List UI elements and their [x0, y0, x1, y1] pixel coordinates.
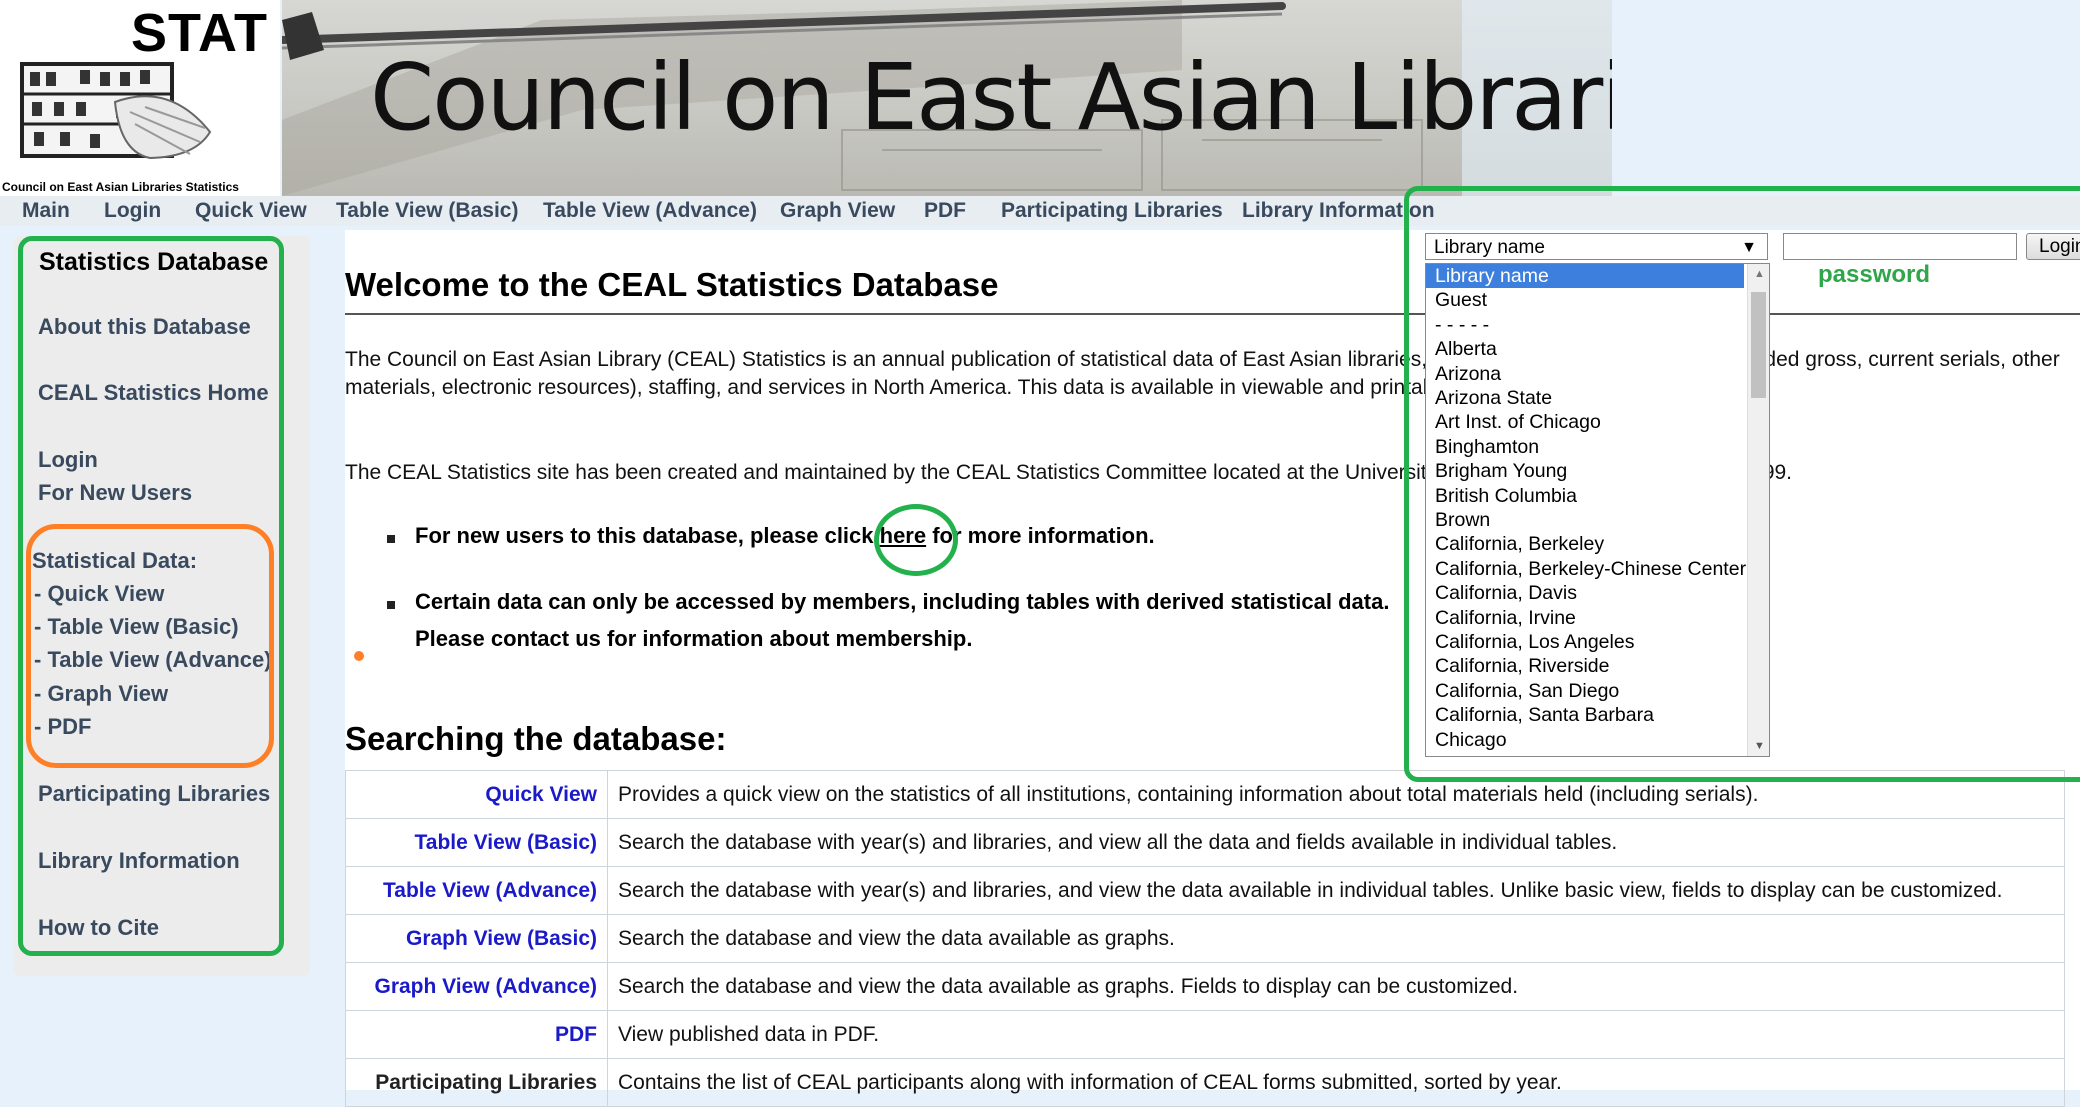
feature-description: View published data in PDF. — [607, 1010, 2065, 1059]
table-row: Table View (Advance) Search the database … — [345, 866, 2065, 915]
banner-artwork: Council on East Asian Libraries Statisti… — [282, 0, 1612, 196]
intro-paragraph: The Council on East Asian Library (CEAL)… — [345, 348, 2060, 399]
password-annotation-label: password — [1818, 261, 1931, 288]
scroll-up-icon[interactable]: ▲ — [1754, 268, 1765, 280]
dropdown-option[interactable]: California, Riverside — [1426, 654, 1744, 678]
dropdown-option[interactable]: Guest — [1426, 288, 1744, 312]
sidebar-item-login[interactable]: Login — [38, 447, 98, 473]
dropdown-option[interactable]: Arizona — [1426, 362, 1744, 386]
history-paragraph: The CEAL Statistics site has been create… — [345, 461, 1793, 484]
membership-bullet-line2: Please contact us for information about … — [415, 626, 973, 651]
feature-description: Provides a quick view on the statistics … — [607, 770, 2065, 819]
dropdown-option[interactable]: Brigham Young — [1426, 459, 1744, 483]
sidebar-sub-table-advance[interactable]: - Table View (Advance) — [34, 647, 272, 673]
logo-stat-text: STAT — [131, 3, 268, 63]
table-row: Participating Libraries Contains the list… — [345, 1058, 2065, 1107]
logo-caption: Council on East Asian Libraries Statisti… — [2, 180, 239, 194]
main-content: Welcome to the CEAL Statistics Database … — [345, 230, 2080, 1107]
new-users-bullet: For new users to this database, please c… — [415, 523, 1155, 548]
header-banner: STAT Council on East Asian Libraries Sta… — [0, 0, 1612, 196]
feature-description: Search the database with year(s) and lib… — [607, 866, 2065, 915]
dropdown-option[interactable]: - - - - - — [1426, 313, 1744, 337]
dropdown-option[interactable]: Binghamton — [1426, 435, 1744, 459]
feature-table: Quick View Provides a quick view on the s… — [345, 770, 2065, 1107]
here-link[interactable]: here — [880, 523, 926, 548]
feature-description: Contains the list of CEAL participants a… — [607, 1058, 2065, 1107]
library-dropdown-list[interactable]: Library name Guest - - - - - Alberta Ari… — [1425, 263, 1770, 757]
sidebar-item-new-users[interactable]: For New Users — [38, 480, 192, 506]
sidebar-item-ceal-home[interactable]: CEAL Statistics Home — [38, 380, 269, 406]
feature-description: Search the database with year(s) and lib… — [607, 818, 2065, 867]
dropdown-option[interactable]: California, San Diego — [1426, 679, 1744, 703]
login-button[interactable]: Login — [2026, 233, 2080, 260]
nav-main[interactable]: Main — [22, 196, 70, 226]
nav-graph-view[interactable]: Graph View — [780, 196, 895, 226]
library-select-value: Library name — [1434, 237, 1545, 258]
nav-library-information[interactable]: Library Information — [1242, 196, 1435, 226]
dropdown-option[interactable]: California, Santa Barbara — [1426, 703, 1744, 727]
sidebar-item-how-to-cite[interactable]: How to Cite — [38, 915, 159, 941]
dropdown-option[interactable]: Alberta — [1426, 337, 1744, 361]
table-row: Quick View Provides a quick view on the s… — [345, 770, 2065, 819]
sidebar-item-about[interactable]: About this Database — [38, 314, 251, 340]
feature-link-graph-basic[interactable]: Graph View (Basic) — [345, 914, 608, 963]
nav-table-view-advance[interactable]: Table View (Advance) — [543, 196, 757, 226]
stat-logo[interactable]: STAT Council on East Asian Libraries Sta… — [0, 0, 280, 196]
feature-description: Search the database and view the data av… — [607, 962, 2065, 1011]
dropdown-option[interactable]: Library name — [1426, 264, 1744, 289]
sidebar-item-library-information[interactable]: Library Information — [38, 848, 240, 874]
bullet-dot — [387, 601, 395, 609]
dropdown-option[interactable]: California, Irvine — [1426, 606, 1744, 630]
dropdown-option[interactable]: Art Inst. of Chicago — [1426, 410, 1744, 434]
feature-link-table-basic[interactable]: Table View (Basic) — [345, 818, 608, 867]
abacus-icon — [20, 62, 212, 160]
feature-link-graph-advance[interactable]: Graph View (Advance) — [345, 962, 608, 1011]
nav-login[interactable]: Login — [104, 196, 161, 226]
password-input[interactable] — [1783, 233, 2017, 260]
dropdown-option[interactable]: Chicago — [1426, 728, 1744, 752]
title-divider — [345, 313, 2080, 315]
sidebar-sub-graph-view[interactable]: - Graph View — [34, 681, 168, 707]
sidebar-sub-pdf[interactable]: - PDF — [34, 714, 91, 740]
table-row: Graph View (Advance) Search the database … — [345, 962, 2065, 1011]
sidebar-section-label: Statistical Data: — [32, 548, 198, 573]
feature-link-table-advance[interactable]: Table View (Advance) — [345, 866, 608, 915]
dropdown-option[interactable]: Brown — [1426, 508, 1744, 532]
feature-link-quick-view[interactable]: Quick View — [345, 770, 608, 819]
page-title: Welcome to the CEAL Statistics Database — [345, 266, 999, 303]
top-navigation: Main Login Quick View Table View (Basic)… — [0, 196, 2080, 226]
sidebar-item-participating-libraries[interactable]: Participating Libraries — [38, 781, 270, 807]
dropdown-arrow-icon: ▼ — [1741, 239, 1757, 256]
dropdown-option[interactable]: California, Davis — [1426, 581, 1744, 605]
search-section-title: Searching the database: — [345, 720, 727, 757]
sidebar-sub-table-basic[interactable]: - Table View (Basic) — [34, 614, 239, 640]
banner-title: Council on East Asian Libraries Statisti… — [370, 44, 1612, 151]
dropdown-option[interactable]: British Columbia — [1426, 484, 1744, 508]
nav-quick-view[interactable]: Quick View — [195, 196, 307, 226]
table-row: Table View (Basic) Search the database wi… — [345, 818, 2065, 867]
table-row: Graph View (Basic) Search the database an… — [345, 914, 2065, 963]
dropdown-option[interactable]: California, Berkeley — [1426, 532, 1744, 556]
feature-link-pdf[interactable]: PDF — [345, 1010, 608, 1059]
dropdown-option[interactable]: Arizona State — [1426, 386, 1744, 410]
library-name-select[interactable]: Library name ▼ — [1425, 233, 1768, 260]
dropdown-option[interactable]: California, Los Angeles — [1426, 630, 1744, 654]
bullet-dot — [387, 535, 395, 543]
membership-bullet-line1: Certain data can only be accessed by mem… — [415, 589, 1390, 614]
feature-link-participating-libraries[interactable]: Participating Libraries — [345, 1058, 608, 1107]
table-row: PDF View published data in PDF. — [345, 1010, 2065, 1059]
feature-description: Search the database and view the data av… — [607, 914, 2065, 963]
nav-participating-libraries[interactable]: Participating Libraries — [1001, 196, 1223, 226]
sidebar-sub-quick-view[interactable]: - Quick View — [34, 581, 164, 607]
sidebar-title: Statistics Database — [39, 248, 269, 276]
scrollbar-thumb[interactable] — [1751, 292, 1766, 398]
nav-pdf[interactable]: PDF — [924, 196, 966, 226]
dropdown-option[interactable]: California, Berkeley-Chinese Center — [1426, 557, 1746, 581]
dropdown-scrollbar[interactable]: ▲ ▼ — [1747, 264, 1769, 756]
nav-table-view-basic[interactable]: Table View (Basic) — [336, 196, 518, 226]
scroll-down-icon[interactable]: ▼ — [1754, 740, 1765, 752]
sidebar: Statistics Database About this Database … — [14, 236, 310, 976]
